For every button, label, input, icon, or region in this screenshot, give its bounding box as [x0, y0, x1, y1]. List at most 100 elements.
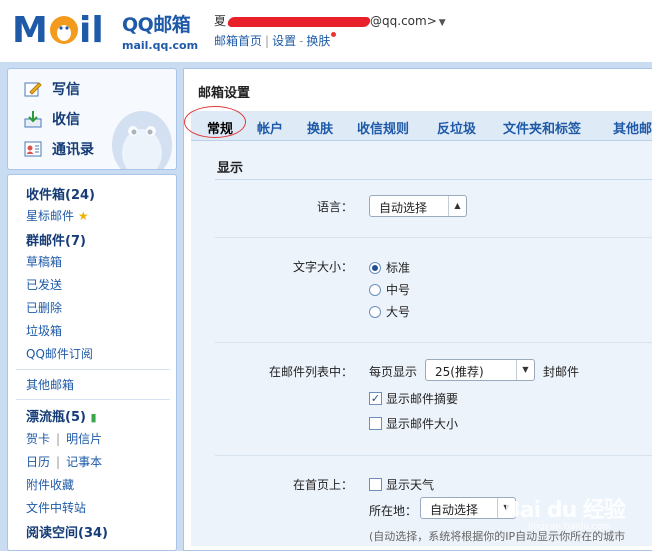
sidebar-item-drift-bottle[interactable]: 漂流瓶(5) ▮ [26, 406, 97, 425]
sidebar-item-calendar[interactable]: 日历 [26, 455, 50, 469]
sidebar-item-reading-space[interactable]: 阅读空间(34) [26, 522, 108, 541]
highlight-circle [184, 106, 246, 138]
sidebar-item-subscriptions[interactable]: QQ邮件订阅 [26, 345, 93, 362]
checkbox-label: 显示天气 [386, 478, 435, 492]
radio-unchecked [369, 305, 381, 318]
location-select[interactable]: 自动选择 ▼ [420, 497, 516, 519]
top-links: 邮箱首页 | 设置 - 换肤 [214, 32, 337, 49]
compose-label: 写信 [52, 82, 80, 98]
sidebar-item-other-mailbox[interactable]: 其他邮箱 [26, 376, 74, 393]
sidebar-item-label: 星标邮件 [26, 209, 75, 223]
divider [215, 455, 652, 456]
account-menu[interactable]: 夏 @qq.com> ▼ [214, 12, 446, 29]
sidebar-item-attachments[interactable]: 附件收藏 [26, 476, 74, 493]
contacts-icon [24, 141, 42, 157]
font-size-label: 文字大小： [292, 260, 353, 274]
contacts-button[interactable]: 通讯录 [24, 139, 94, 159]
chevron-down-icon[interactable]: ▼ [439, 18, 446, 28]
compose-icon [24, 82, 42, 97]
language-select-value: 自动选择 [379, 201, 428, 215]
separator: | [56, 432, 61, 446]
brand-block: QQ邮箱 mail.qq.com [122, 10, 198, 52]
per-page-select[interactable]: 25(推荐) ▼ [425, 359, 535, 381]
select-arrows-icon: ▲ [448, 196, 466, 216]
divider [215, 342, 652, 343]
show-summary-checkbox[interactable]: ✓ 显示邮件摘要 [369, 390, 458, 407]
link-skin[interactable]: 换肤 [306, 34, 330, 48]
checkbox-label: 显示邮件大小 [386, 417, 459, 431]
radio-checked [369, 261, 381, 274]
notification-dot [331, 32, 337, 37]
font-size-medium-radio[interactable]: 中号 [369, 281, 410, 298]
section-title-display: 显示 [217, 161, 244, 176]
sidebar-item-file-transfer[interactable]: 文件中转站 [26, 499, 86, 516]
sidebar-item-sent[interactable]: 已发送 [26, 276, 62, 293]
radio-label: 标准 [386, 261, 411, 275]
link-settings[interactable]: 设置 [272, 34, 296, 48]
language-label: 语言： [316, 200, 353, 214]
tab-account[interactable]: 帐户 [257, 118, 283, 137]
brand-title: QQ邮箱 [122, 14, 191, 36]
divider [16, 369, 170, 370]
bottle-icon: ▮ [90, 411, 97, 424]
checkbox-unchecked-icon [369, 478, 382, 491]
receive-label: 收信 [52, 112, 80, 128]
divider [215, 237, 652, 238]
penguin-mascot-icon [112, 111, 172, 169]
compose-button[interactable]: 写信 [24, 79, 80, 99]
link-mail-home[interactable]: 邮箱首页 [214, 34, 262, 48]
contacts-label: 通讯录 [52, 142, 94, 158]
sidebar-item-notes[interactable]: 记事本 [66, 455, 102, 469]
sidebar-item-postcard[interactable]: 明信片 [66, 432, 102, 446]
svg-text:M: M [12, 10, 48, 50]
language-select[interactable]: 自动选择 ▲ [369, 195, 467, 217]
star-icon: ★ [77, 209, 89, 223]
link-separator: - [299, 34, 304, 48]
sidebar-item-label: 漂流瓶(5) [26, 410, 86, 425]
receive-button[interactable]: 收信 [24, 109, 80, 129]
settings-panel: 邮箱设置 常规 帐户 换肤 收信规则 反垃圾 文件夹和标签 其他邮 显示 语言：… [183, 68, 652, 551]
baidu-watermark: Bai du 经验 [504, 498, 626, 523]
tab-mail-rules[interactable]: 收信规则 [357, 118, 409, 137]
divider [215, 179, 652, 180]
sidebar-item-starred[interactable]: 星标邮件 ★ [26, 207, 89, 224]
brand-url: mail.qq.com [122, 39, 199, 52]
per-page-value: 25(推荐) [435, 365, 484, 379]
mail-list-label: 在邮件列表中： [268, 365, 353, 379]
tab-other[interactable]: 其他邮 [613, 118, 652, 137]
qq-mail-logo[interactable]: M il [12, 8, 122, 50]
per-page-prefix: 每页显示 [369, 365, 418, 379]
divider [16, 399, 170, 400]
sidebar-quick-actions: 写信 收信 通讯录 [7, 68, 177, 170]
sidebar-item-calendar-notes: 日历 | 记事本 [26, 453, 102, 470]
sidebar-item-group[interactable]: 群邮件(7) [26, 230, 86, 249]
redacted-email [226, 16, 372, 27]
show-weather-checkbox[interactable]: 显示天气 [369, 476, 434, 493]
tab-skin[interactable]: 换肤 [307, 118, 333, 137]
account-suffix: @qq.com> [370, 14, 437, 28]
font-size-large-radio[interactable]: 大号 [369, 303, 410, 320]
settings-content: 显示 语言： 自动选择 ▲ 文字大小： 标准 中号 大号 在邮件列表中： 每页显… [191, 141, 652, 546]
show-size-checkbox[interactable]: 显示邮件大小 [369, 415, 458, 432]
font-size-standard-radio[interactable]: 标准 [369, 259, 410, 276]
separator: | [56, 455, 61, 469]
select-arrows-icon: ▼ [516, 360, 534, 380]
tab-folders-labels[interactable]: 文件夹和标签 [503, 118, 581, 137]
sidebar-item-drafts[interactable]: 草稿箱 [26, 253, 62, 270]
radio-label: 大号 [386, 305, 411, 319]
sidebar-folders: 收件箱(24) 星标邮件 ★ 群邮件(7) 草稿箱 已发送 已删除 垃圾箱 QQ… [7, 174, 177, 551]
sidebar-item-inbox[interactable]: 收件箱(24) [26, 184, 95, 203]
radio-unchecked [369, 283, 381, 296]
sidebar-item-greeting-card[interactable]: 贺卡 [26, 432, 50, 446]
link-separator: | [265, 34, 270, 48]
tab-anti-spam[interactable]: 反垃圾 [437, 118, 476, 137]
checkbox-unchecked-icon [369, 417, 382, 430]
checkbox-label: 显示邮件摘要 [386, 392, 459, 406]
account-prefix: 夏 [214, 14, 227, 28]
sidebar-item-deleted[interactable]: 已删除 [26, 299, 62, 316]
header: M il QQ邮箱 mail.qq.com 夏 @qq.com> ▼ 邮箱首页 | 设置… [0, 0, 652, 64]
sidebar-item-spam[interactable]: 垃圾箱 [26, 322, 62, 339]
page-title: 邮箱设置 [198, 86, 251, 101]
radio-label: 中号 [386, 283, 411, 297]
svg-text:il: il [79, 10, 104, 50]
